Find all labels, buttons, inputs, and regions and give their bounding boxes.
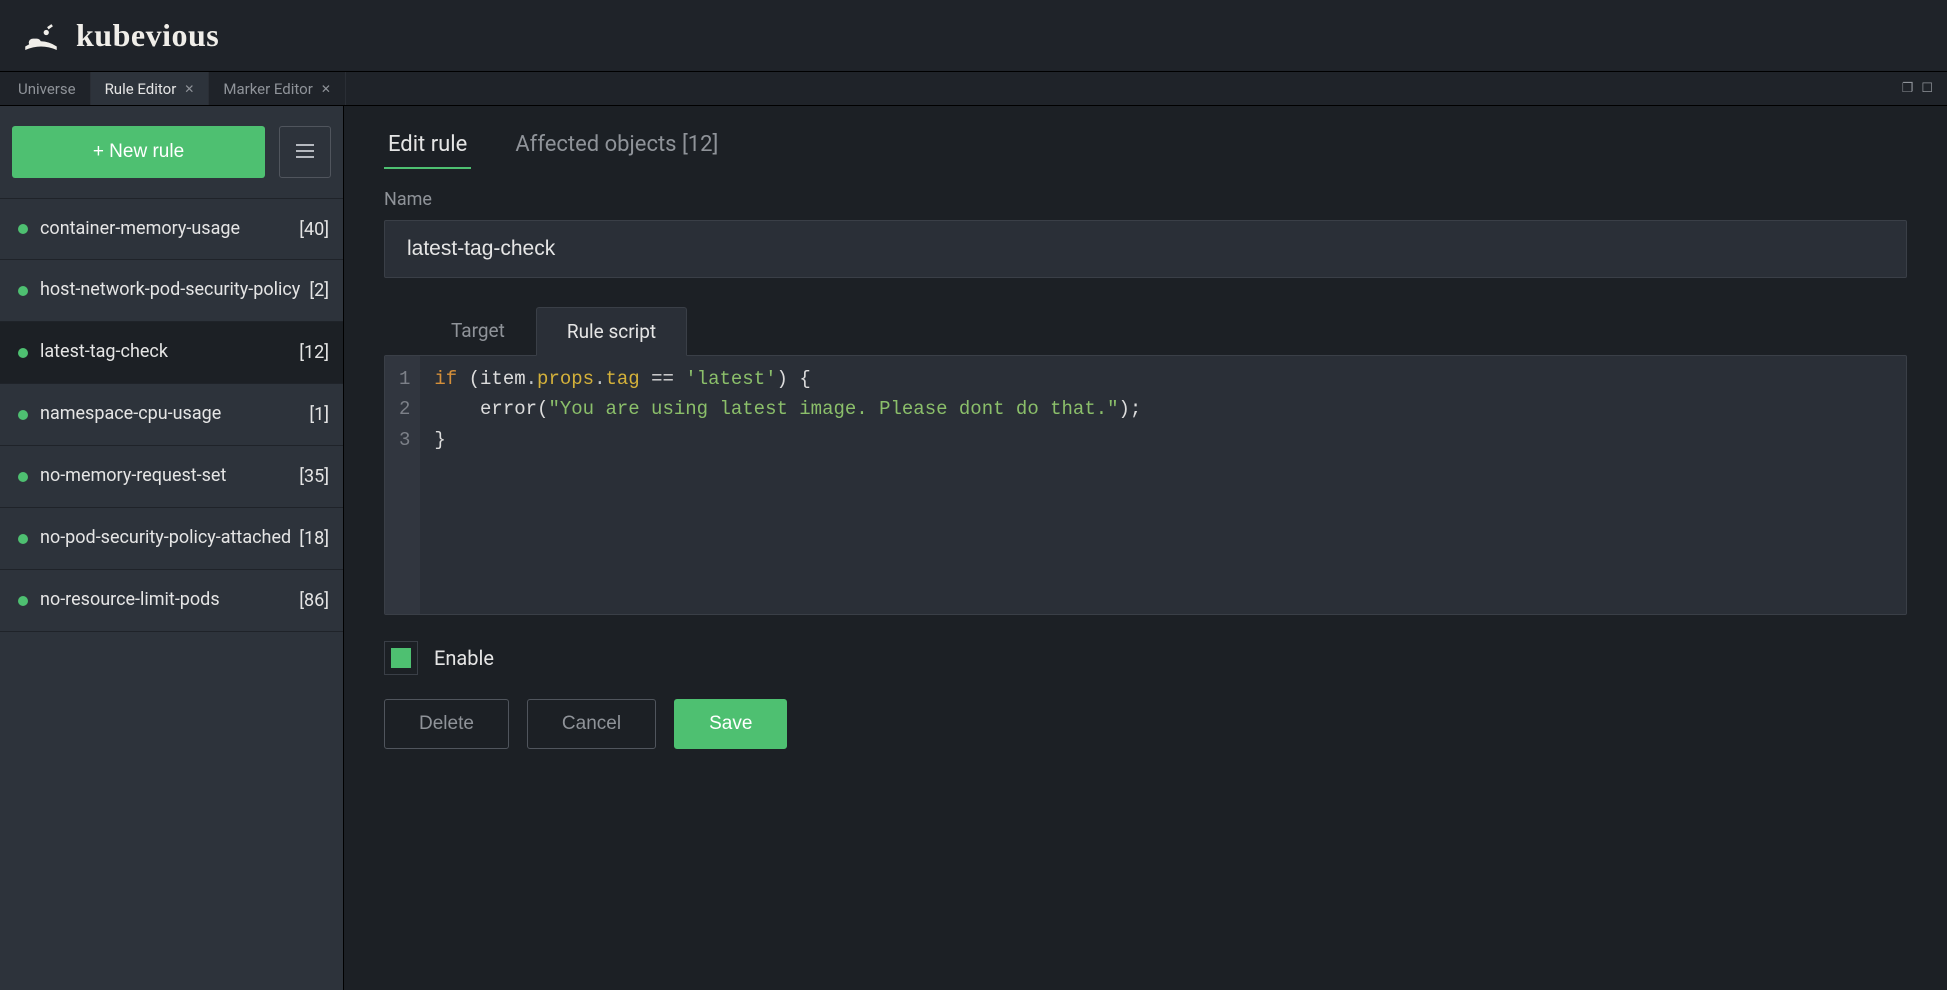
app-header: kubevious <box>0 0 1947 72</box>
logo-icon <box>20 15 62 57</box>
rule-sidebar: + New rule container-memory-usage [40] hos… <box>0 106 344 990</box>
tab-edit-rule[interactable]: Edit rule <box>384 124 471 169</box>
status-dot-icon <box>18 534 28 544</box>
hamburger-icon <box>295 139 315 165</box>
code-tab-rule-script[interactable]: Rule script <box>536 307 687 356</box>
rule-item[interactable]: no-pod-security-policy-attached [18] <box>0 508 343 570</box>
tab-label: Universe <box>18 80 76 98</box>
delete-button[interactable]: Delete <box>384 699 509 749</box>
name-label: Name <box>384 189 1907 210</box>
rule-count: [12] <box>299 342 329 363</box>
sidebar-menu-button[interactable] <box>279 126 331 178</box>
rule-item[interactable]: host-network-pod-security-policy [2] <box>0 260 343 322</box>
rule-count: [86] <box>299 590 329 611</box>
window-tabbar: Universe Rule Editor ✕ Marker Editor ✕ ❐… <box>0 72 1947 106</box>
tab-universe[interactable]: Universe <box>4 72 91 105</box>
rule-count: [40] <box>299 219 329 240</box>
rule-list: container-memory-usage [40] host-network-p… <box>0 198 343 990</box>
rule-name-input[interactable] <box>384 220 1907 278</box>
tab-affected-objects[interactable]: Affected objects [12] <box>511 124 722 169</box>
status-dot-icon <box>18 472 28 482</box>
rule-name: latest-tag-check <box>40 340 291 364</box>
code-gutter: 1 2 3 <box>385 356 420 614</box>
rule-item[interactable]: no-resource-limit-pods [86] <box>0 570 343 632</box>
new-rule-button[interactable]: + New rule <box>12 126 265 178</box>
cancel-button[interactable]: Cancel <box>527 699 656 749</box>
rule-name: namespace-cpu-usage <box>40 402 301 426</box>
code-editor[interactable]: 1 2 3 if (item.props.tag == 'latest') { … <box>384 355 1907 615</box>
status-dot-icon <box>18 348 28 358</box>
rule-name: host-network-pod-security-policy <box>40 278 301 302</box>
code-tab-target[interactable]: Target <box>420 306 536 355</box>
restore-window-icon[interactable]: ❐ <box>1902 81 1914 96</box>
maximize-window-icon[interactable]: ☐ <box>1921 81 1933 96</box>
tab-rule-editor[interactable]: Rule Editor ✕ <box>91 72 210 105</box>
close-icon[interactable]: ✕ <box>321 82 331 96</box>
check-indicator <box>391 648 411 668</box>
rule-name: no-resource-limit-pods <box>40 588 291 612</box>
rule-count: [1] <box>309 404 329 425</box>
rule-name: no-pod-security-policy-attached <box>40 526 291 550</box>
save-button[interactable]: Save <box>674 699 787 749</box>
status-dot-icon <box>18 286 28 296</box>
status-dot-icon <box>18 224 28 234</box>
rule-item[interactable]: namespace-cpu-usage [1] <box>0 384 343 446</box>
tab-label: Marker Editor <box>223 80 312 98</box>
enable-checkbox[interactable] <box>384 641 418 675</box>
rule-item[interactable]: container-memory-usage [40] <box>0 198 343 260</box>
rule-count: [35] <box>299 466 329 487</box>
status-dot-icon <box>18 410 28 420</box>
enable-label: Enable <box>434 646 494 670</box>
tab-label: Rule Editor <box>105 80 177 98</box>
tab-marker-editor[interactable]: Marker Editor ✕ <box>209 72 346 105</box>
rule-count: [18] <box>299 528 329 549</box>
code-content[interactable]: if (item.props.tag == 'latest') { error(… <box>420 356 1155 614</box>
rule-name: container-memory-usage <box>40 217 291 241</box>
app-title: kubevious <box>76 17 219 54</box>
rule-item[interactable]: latest-tag-check [12] <box>0 322 343 384</box>
rule-item[interactable]: no-memory-request-set [35] <box>0 446 343 508</box>
rule-editor-panel: Edit rule Affected objects [12] Name Tar… <box>344 106 1947 990</box>
rule-name: no-memory-request-set <box>40 464 291 488</box>
rule-count: [2] <box>309 280 329 301</box>
status-dot-icon <box>18 596 28 606</box>
close-icon[interactable]: ✕ <box>184 82 194 96</box>
